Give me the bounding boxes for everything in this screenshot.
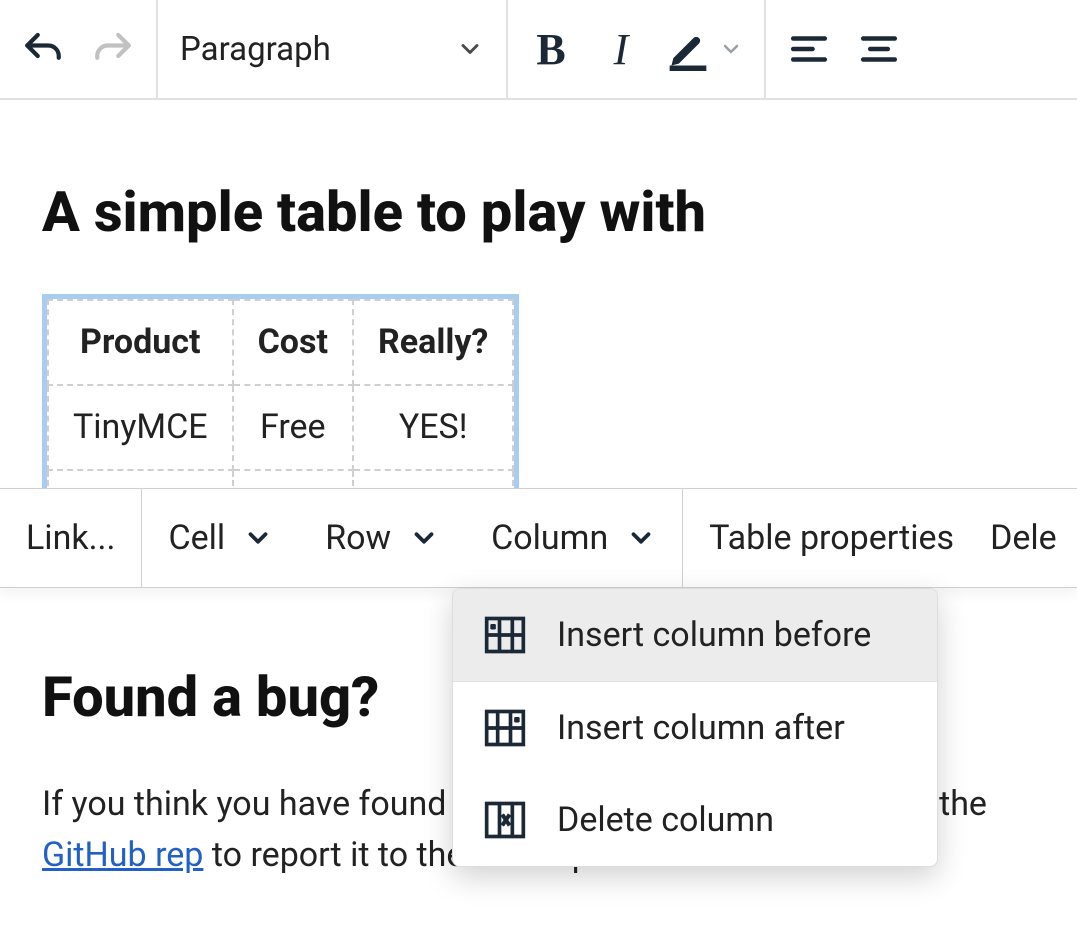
align-center-icon [858, 28, 900, 70]
redo-icon [92, 28, 134, 70]
align-center-button[interactable] [844, 14, 914, 84]
context-cell-label: Cell [168, 518, 225, 558]
undo-icon [22, 28, 64, 70]
insert-column-before-icon [483, 613, 527, 657]
column-dropdown-menu: Insert column before Insert column after [452, 588, 938, 867]
context-cell-menu[interactable]: Cell [142, 489, 299, 587]
block-format-label: Paragraph [180, 30, 331, 69]
menu-insert-column-after[interactable]: Insert column after [453, 682, 937, 774]
bold-icon: B [536, 24, 565, 75]
table-header-row: Product Cost Really? [48, 300, 513, 385]
chevron-down-icon [409, 523, 439, 553]
menu-item-label: Insert column before [557, 615, 871, 655]
github-link[interactable]: GitHub rep [42, 835, 203, 875]
context-link-button[interactable]: Link... [0, 489, 141, 587]
editor-table[interactable]: Product Cost Really? TinyMCE Free YES! [42, 294, 519, 500]
menu-item-label: Delete column [557, 800, 774, 840]
align-group [766, 0, 922, 98]
table-cell[interactable]: YES! [353, 385, 513, 470]
chevron-down-icon [626, 523, 656, 553]
pencil-underline-icon [666, 27, 710, 71]
block-format-select[interactable]: Paragraph [158, 0, 508, 98]
align-left-icon [788, 28, 830, 70]
chevron-down-icon [716, 34, 746, 64]
italic-icon: I [614, 24, 629, 75]
context-row-menu[interactable]: Row [299, 489, 465, 587]
menu-insert-column-before[interactable]: Insert column before [453, 589, 937, 681]
editor-toolbar: Paragraph B I [0, 0, 1077, 100]
insert-column-after-icon [483, 706, 527, 750]
menu-delete-column[interactable]: Delete column [453, 774, 937, 866]
chevron-down-icon [243, 523, 273, 553]
menu-item-label: Insert column after [557, 708, 845, 748]
context-row-label: Row [325, 518, 391, 558]
context-delete-table[interactable]: Dele [980, 489, 1057, 587]
text-color-button[interactable] [656, 27, 756, 71]
history-group [0, 0, 158, 98]
undo-button[interactable] [8, 14, 78, 84]
text-style-group: B I [508, 0, 766, 98]
table-cell[interactable]: Free [233, 385, 353, 470]
table-header-cell[interactable]: Really? [353, 300, 513, 385]
context-table-properties-label: Table properties [709, 518, 954, 558]
chevron-down-icon [456, 35, 484, 63]
table-header-cell[interactable]: Product [48, 300, 233, 385]
context-column-menu[interactable]: Column [465, 489, 682, 587]
context-column-label: Column [491, 518, 608, 558]
align-left-button[interactable] [774, 14, 844, 84]
italic-button[interactable]: I [586, 14, 656, 84]
heading-table: A simple table to play with [42, 170, 1035, 254]
table-cell[interactable]: TinyMCE [48, 385, 233, 470]
table-context-toolbar: Link... Cell Row Column Table properties… [0, 488, 1077, 588]
context-link-label: Link... [26, 518, 115, 558]
bold-button[interactable]: B [516, 14, 586, 84]
delete-column-icon [483, 798, 527, 842]
table-header-cell[interactable]: Cost [233, 300, 353, 385]
context-delete-label: Dele [990, 518, 1057, 558]
context-table-properties[interactable]: Table properties [683, 489, 980, 587]
table-row: TinyMCE Free YES! [48, 385, 513, 470]
redo-button[interactable] [78, 14, 148, 84]
